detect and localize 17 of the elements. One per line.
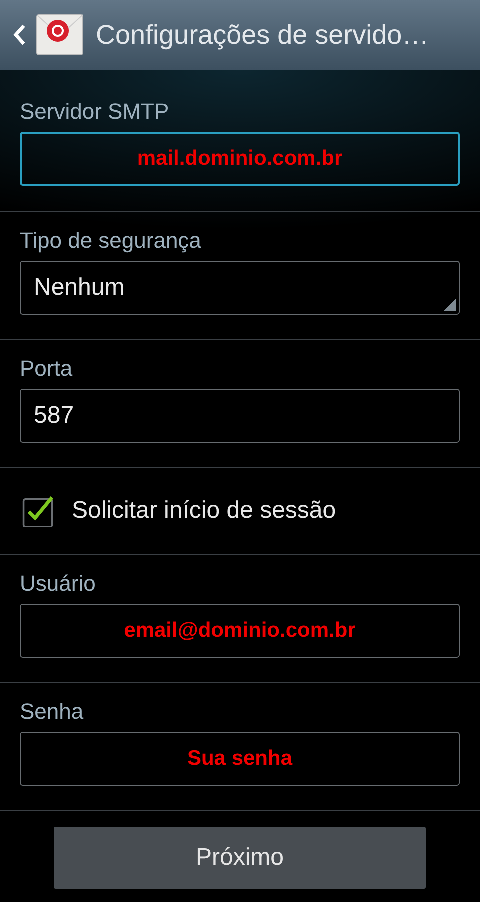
input-field[interactable]: 587	[20, 389, 460, 443]
next-button[interactable]: Próximo	[54, 827, 426, 889]
input-field[interactable]: email@dominio.com.br	[20, 604, 460, 658]
checkbox[interactable]	[22, 495, 54, 527]
input-field[interactable]: Sua senha	[20, 732, 460, 786]
field-label: Senha	[20, 698, 85, 726]
back-icon[interactable]	[12, 23, 28, 47]
field-label: Tipo de segurança	[20, 227, 202, 255]
checkbox-label: Solicitar início de sessão	[72, 497, 336, 525]
dropdown-field[interactable]: Nenhum	[20, 261, 460, 315]
field-label: Usuário	[20, 570, 97, 598]
input-field[interactable]: mail.dominio.com.br	[20, 132, 460, 186]
mail-app-icon	[36, 14, 84, 56]
field-label: Porta	[20, 355, 74, 383]
field-label: Servidor SMTP	[20, 98, 170, 126]
window-title: Configurações de servido…	[96, 20, 430, 50]
dropdown-arrow-icon	[444, 299, 456, 311]
